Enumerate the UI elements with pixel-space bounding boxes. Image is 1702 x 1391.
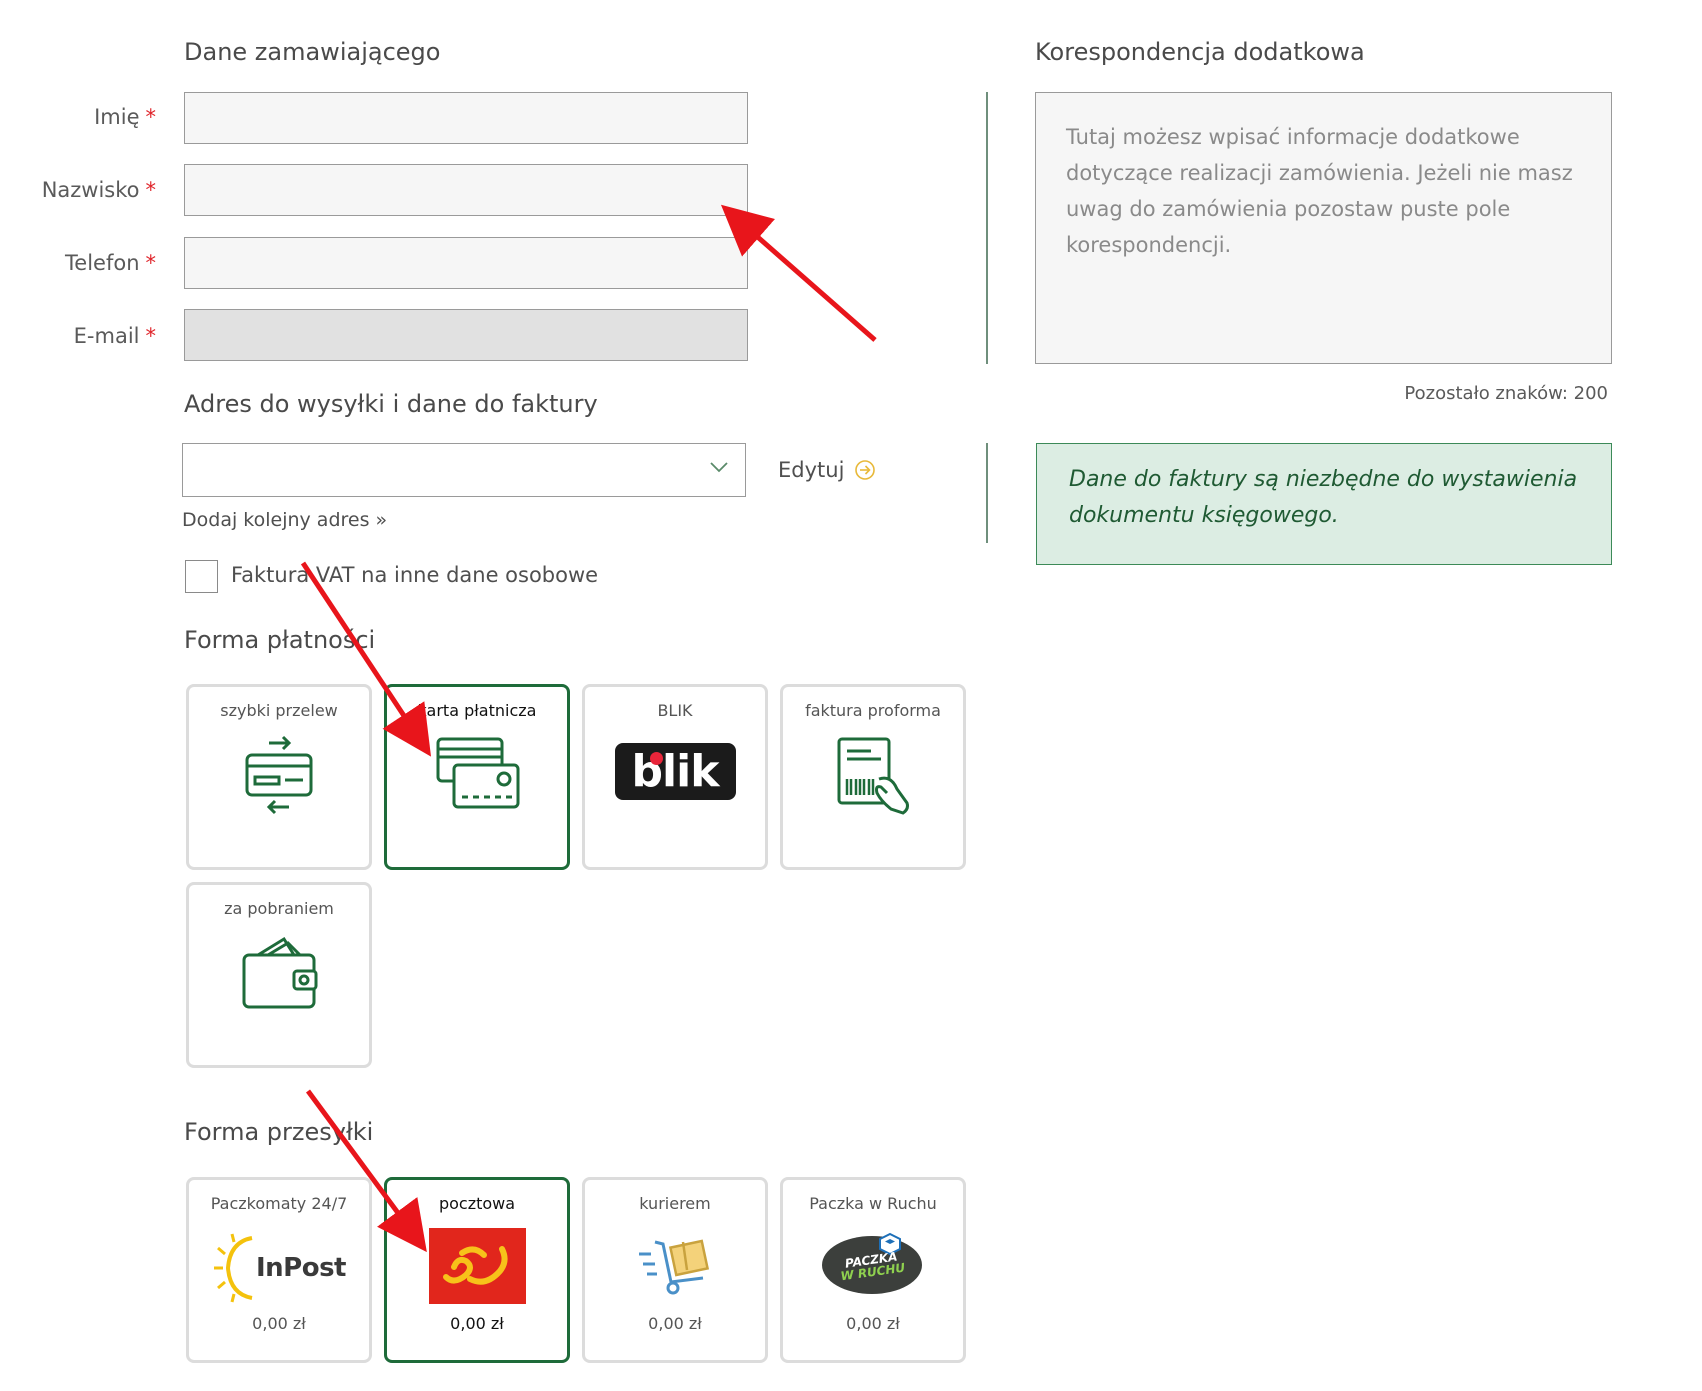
payment-option-label: za pobraniem [224,899,334,918]
invoice-info-text: Dane do faktury są niezbędne do wystawie… [1069,467,1578,528]
column-divider [986,92,988,364]
email-input[interactable] [184,309,748,361]
add-address-link[interactable]: Dodaj kolejny adres » [182,509,387,531]
shipping-option-label: Paczka w Ruchu [809,1194,937,1213]
poczta-logo [428,1228,526,1304]
arrow-right-circle-icon [855,460,876,480]
address-select[interactable] [182,443,746,497]
char-counter: Pozostało znaków: 200 [1404,383,1608,404]
ruch-logo: PACZKA W RUCHU [822,1232,924,1296]
shipping-option-label: Paczkomaty 24/7 [210,1194,348,1213]
edit-address-label: Edytuj [778,458,845,482]
payment-option-label: faktura proforma [805,701,941,720]
phone-input[interactable] [184,237,748,289]
payment-option-proforma[interactable]: faktura proforma [780,684,966,870]
first-name-input[interactable] [184,92,748,144]
edit-address-button[interactable]: Edytuj [778,458,876,482]
blik-dot-icon [649,752,663,765]
transfer-icon [245,735,313,815]
payment-section-title: Forma płatności [184,626,376,654]
payment-option-label: karta płatnicza [417,701,537,720]
shipping-price: 0,00 zł [252,1314,306,1333]
correspondence-title: Korespondencja dodatkowa [1035,38,1365,66]
invoice-icon [837,737,909,815]
shipping-option-ruch[interactable]: Paczka w Ruchu PACZKA W RUCHU 0,00 zł [780,1177,966,1363]
poczta-horn-icon [443,1246,508,1285]
shipping-option-courier[interactable]: kurierem 0,00 zł [582,1177,768,1363]
vat-invoice-label: Faktura VAT na inne dane osobowe [231,563,599,587]
address-section-title: Adres do wysyłki i dane do faktury [184,390,598,418]
shipping-option-poczta[interactable]: pocztowa 0,00 zł [384,1177,570,1363]
shipping-section-title: Forma przesyłki [184,1118,374,1146]
correspondence-textarea[interactable]: Tutaj możesz wpisać informacje dodatkowe… [1035,92,1612,364]
shipping-option-label: pocztowa [438,1194,516,1213]
shipping-price: 0,00 zł [450,1314,504,1333]
payment-option-cod[interactable]: za pobraniem [186,882,372,1068]
column-divider [986,443,988,543]
payment-option-card[interactable]: karta płatnicza [384,684,570,870]
shipping-price: 0,00 zł [648,1314,702,1333]
correspondence-placeholder: Tutaj możesz wpisać informacje dodatkowe… [1066,125,1573,257]
wallet-icon [242,936,318,1009]
email-label: E-mail * [73,324,156,348]
shipping-option-inpost[interactable]: Paczkomaty 24/7 InPost 0,00 zł [186,1177,372,1363]
card-icon [436,737,520,809]
payment-option-label: szybki przelew [220,701,338,720]
shipping-option-label: kurierem [639,1194,711,1213]
payment-option-blik[interactable]: BLIK blik [582,684,768,870]
phone-label: Telefon * [65,251,156,275]
courier-icon [639,1239,710,1295]
last-name-label: Nazwisko * [41,178,156,202]
invoice-info-box: Dane do faktury są niezbędne do wystawie… [1036,443,1612,565]
inpost-sun-icon [213,1233,253,1303]
first-name-label: Imię * [94,105,156,129]
last-name-input[interactable] [184,164,748,216]
inpost-logo: InPost [212,1232,347,1304]
payment-option-label: BLIK [657,701,693,720]
chevron-down-icon [710,462,728,473]
orderer-section-title: Dane zamawiającego [184,38,441,66]
shipping-price: 0,00 zł [846,1314,900,1333]
blik-logo: blik [614,743,736,800]
annotation-arrow [720,204,877,342]
payment-option-transfer[interactable]: szybki przelew [186,684,372,870]
vat-invoice-checkbox[interactable] [185,560,218,593]
